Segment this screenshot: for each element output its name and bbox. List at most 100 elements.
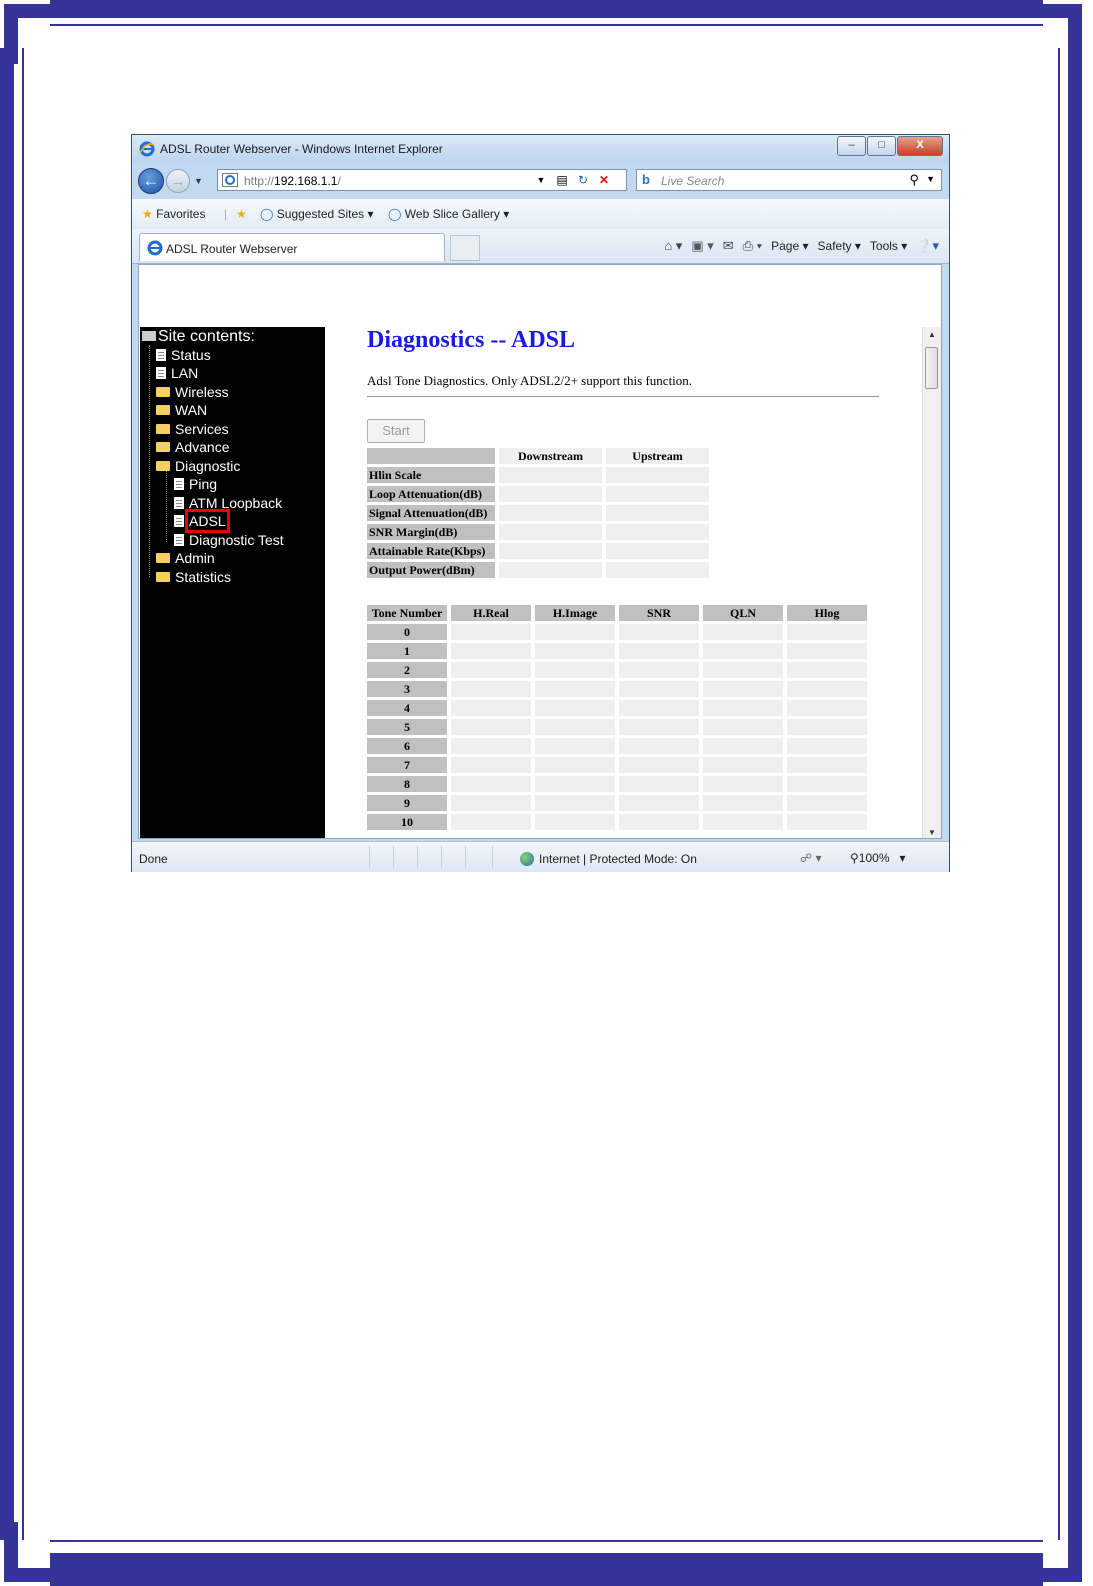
sidebar-item-diagnostic[interactable]: Diagnostic bbox=[156, 458, 240, 474]
search-box[interactable]: b Live Search ⚲ ▼ bbox=[636, 169, 942, 191]
table-cell bbox=[535, 662, 615, 678]
web-slice-gallery-link[interactable]: ◯ Web Slice Gallery ▾ bbox=[388, 207, 509, 221]
table-header bbox=[367, 448, 495, 464]
minimize-button[interactable]: – bbox=[837, 136, 866, 156]
table-cell bbox=[451, 681, 531, 697]
close-button[interactable]: X bbox=[897, 136, 943, 156]
star-icon: ★ bbox=[142, 207, 153, 221]
table-cell bbox=[535, 719, 615, 735]
zoom-level[interactable]: ⚲100% ▾ bbox=[850, 851, 906, 865]
sidebar-item-adsl[interactable]: ADSL bbox=[174, 509, 230, 533]
scroll-up-icon[interactable]: ▲ bbox=[923, 330, 941, 339]
search-icon[interactable]: ⚲ bbox=[909, 172, 919, 188]
table-cell bbox=[787, 795, 867, 811]
safety-menu[interactable]: Safety ▾ bbox=[818, 239, 861, 253]
suggested-sites-link[interactable]: ◯ Suggested Sites ▾ bbox=[260, 207, 374, 221]
sidebar-item-statistics[interactable]: Statistics bbox=[156, 569, 231, 585]
sidebar-item-admin[interactable]: Admin bbox=[156, 550, 215, 566]
command-bar: ⌂ ▾ ▣ ▾ ✉ ⎙ ▾ Page ▾ Safety ▾ Tools ▾ ❔▾ bbox=[664, 238, 939, 254]
suggested-sites-label: Suggested Sites ▾ bbox=[276, 207, 374, 221]
window-title: ADSL Router Webserver - Windows Internet… bbox=[160, 142, 443, 156]
search-input[interactable]: Live Search bbox=[661, 174, 724, 188]
sidebar-item-wireless[interactable]: Wireless bbox=[156, 384, 229, 400]
maximize-button[interactable]: □ bbox=[867, 136, 896, 156]
address-tools: ▼ ▤ ↻ ✕ bbox=[532, 169, 613, 191]
sidebar-item-status[interactable]: Status bbox=[156, 347, 211, 363]
sidebar-item-label: Statistics bbox=[175, 569, 232, 585]
table-cell bbox=[535, 795, 615, 811]
vertical-scrollbar[interactable]: ▲ ▼ bbox=[922, 327, 941, 838]
recent-pages-dropdown-icon[interactable]: ▼ bbox=[194, 176, 203, 186]
feeds-icon[interactable]: ▣ ▾ bbox=[691, 238, 713, 254]
sidebar-item-wan[interactable]: WAN bbox=[156, 402, 207, 418]
compatibility-view-icon[interactable]: ▤ bbox=[553, 171, 571, 189]
ie-tab-icon bbox=[147, 240, 163, 256]
sidebar-item-advance[interactable]: Advance bbox=[156, 439, 229, 455]
site-contents-sidebar: Site contents: Status LAN Wireless WAN S… bbox=[140, 327, 325, 838]
sidebar-item-atm-loopback[interactable]: ATM Loopback bbox=[174, 495, 282, 511]
table-cell bbox=[787, 738, 867, 754]
scrollbar-thumb[interactable] bbox=[925, 347, 938, 389]
sidebar-item-label: Ping bbox=[189, 476, 218, 492]
row-label: SNR Margin(dB) bbox=[367, 524, 495, 540]
tab-label: ADSL Router Webserver bbox=[166, 242, 298, 256]
table-cell bbox=[535, 624, 615, 640]
web-slice-gallery-label: Web Slice Gallery ▾ bbox=[404, 207, 510, 221]
mail-icon[interactable]: ✉ bbox=[723, 238, 734, 254]
favorites-button[interactable]: ★ Favorites bbox=[142, 207, 205, 221]
tools-menu[interactable]: Tools ▾ bbox=[870, 239, 907, 253]
sidebar-item-ping[interactable]: Ping bbox=[174, 476, 217, 492]
print-icon[interactable]: ⎙ ▾ bbox=[743, 238, 762, 254]
favorites-bar: ★ Favorites | ★ ◯ Suggested Sites ▾ ◯ We… bbox=[132, 199, 949, 229]
table-row: Hlin Scale bbox=[367, 467, 709, 483]
tone-number: 2 bbox=[367, 662, 447, 678]
frame-corner-tl bbox=[4, 4, 64, 64]
tab-adsl-router-webserver[interactable]: ADSL Router Webserver bbox=[139, 233, 445, 261]
table-cell bbox=[703, 662, 783, 678]
sidebar-item-diagnostic-test[interactable]: Diagnostic Test bbox=[174, 532, 284, 548]
table-row: 9 bbox=[367, 795, 867, 811]
table-cell bbox=[451, 700, 531, 716]
sidebar-item-lan[interactable]: LAN bbox=[156, 365, 198, 381]
document-icon bbox=[156, 367, 166, 379]
document-icon bbox=[174, 478, 184, 490]
tone-number: 7 bbox=[367, 757, 447, 773]
table-cell bbox=[703, 738, 783, 754]
table-header: H.Image bbox=[535, 605, 615, 621]
add-favorite-icon[interactable]: ★ bbox=[236, 207, 247, 221]
help-icon[interactable]: ❔▾ bbox=[916, 238, 939, 254]
table-cell bbox=[535, 814, 615, 830]
title-bar[interactable]: ADSL Router Webserver - Windows Internet… bbox=[132, 135, 949, 163]
scroll-down-icon[interactable]: ▼ bbox=[923, 828, 941, 837]
table-row: 2 bbox=[367, 662, 867, 678]
start-button[interactable]: Start bbox=[367, 419, 425, 443]
table-cell bbox=[703, 757, 783, 773]
protected-mode-icon[interactable]: ☍ ▾ bbox=[800, 851, 822, 865]
security-zone[interactable]: Internet | Protected Mode: On bbox=[520, 852, 697, 866]
frame-corner-bl bbox=[4, 1522, 64, 1582]
stop-icon[interactable]: ✕ bbox=[595, 171, 613, 189]
new-tab-button[interactable] bbox=[450, 235, 480, 261]
back-button[interactable]: ← bbox=[138, 168, 164, 194]
search-dropdown-icon[interactable]: ▼ bbox=[926, 174, 935, 184]
row-label: Output Power(dBm) bbox=[367, 562, 495, 578]
home-icon[interactable]: ⌂ ▾ bbox=[664, 238, 682, 254]
page-title: Diagnostics -- ADSL bbox=[367, 327, 576, 353]
forward-button[interactable]: → bbox=[166, 169, 190, 193]
sidebar-item-services[interactable]: Services bbox=[156, 421, 229, 437]
table-cell bbox=[499, 505, 602, 521]
table-row: 6 bbox=[367, 738, 867, 754]
folder-icon bbox=[156, 387, 170, 397]
open-folder-icon bbox=[156, 461, 170, 471]
table-cell bbox=[787, 643, 867, 659]
address-dropdown-icon[interactable]: ▼ bbox=[532, 171, 550, 189]
status-separator bbox=[465, 846, 466, 868]
table-cell bbox=[499, 562, 602, 578]
table-cell bbox=[535, 738, 615, 754]
page-menu[interactable]: Page ▾ bbox=[771, 239, 808, 253]
refresh-icon[interactable]: ↻ bbox=[574, 171, 592, 189]
table-cell bbox=[535, 681, 615, 697]
folder-icon bbox=[156, 553, 170, 563]
table-cell bbox=[619, 776, 699, 792]
frame-bottom-line bbox=[50, 1540, 1043, 1542]
